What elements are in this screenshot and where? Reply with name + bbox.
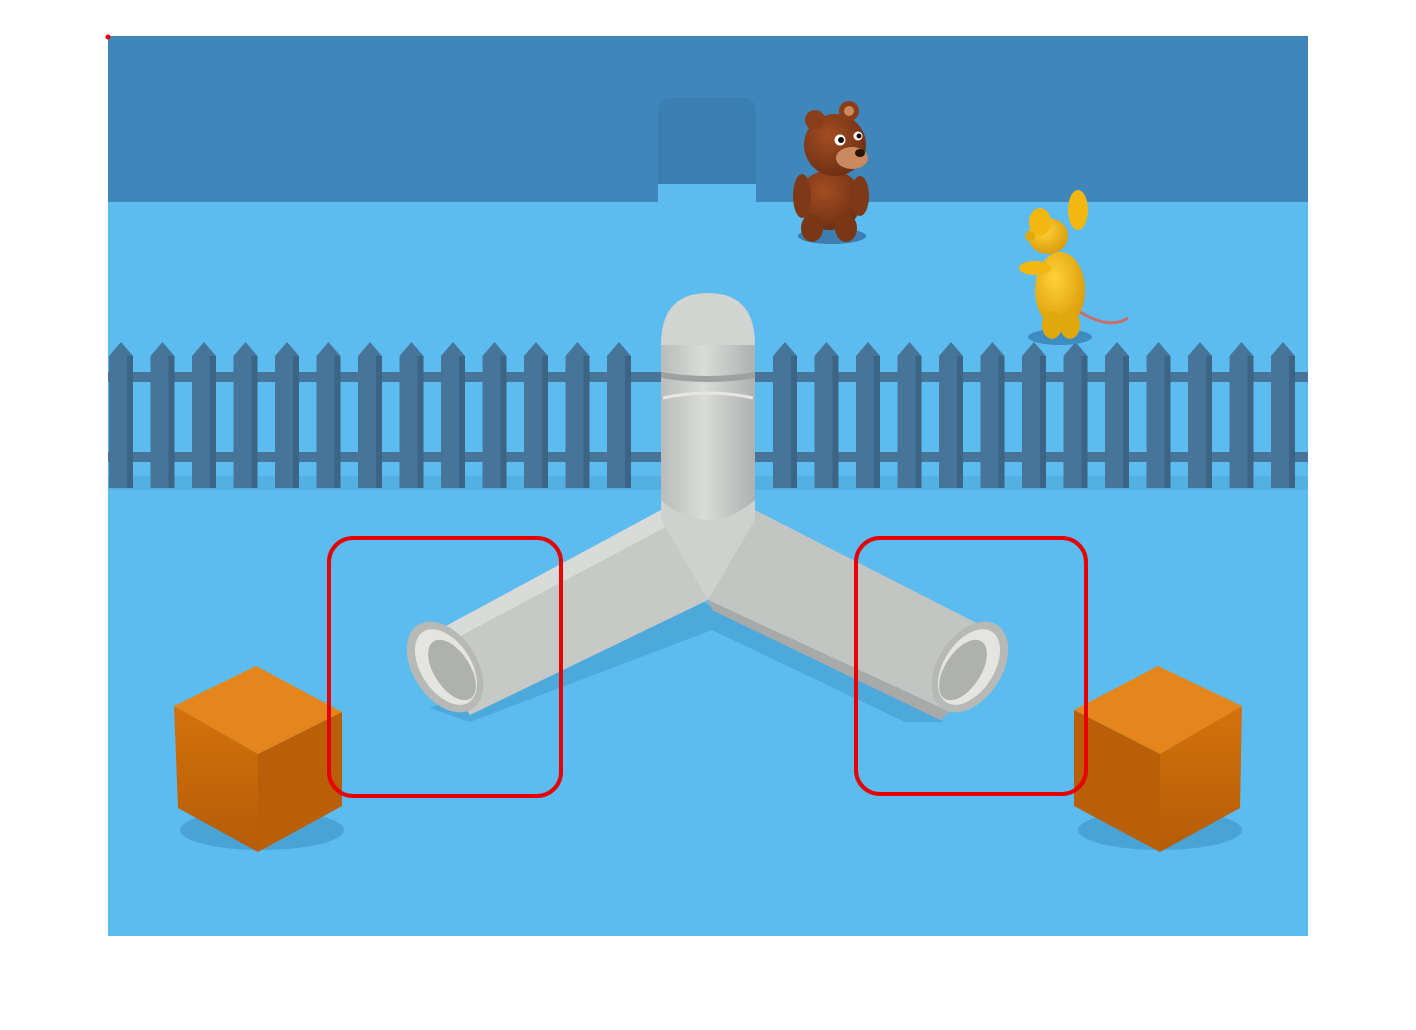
fence-picket-shade xyxy=(417,356,424,488)
fence-picket-shade xyxy=(542,356,548,488)
fence-picket-shade xyxy=(1206,356,1212,488)
fence-picket-shade xyxy=(500,356,507,488)
fence-picket-shade xyxy=(210,356,216,488)
fence-picket-shade xyxy=(1081,356,1088,488)
fence-picket-shade xyxy=(915,356,922,488)
fence-picket-shade xyxy=(1040,356,1046,488)
fence-picket-shade xyxy=(998,356,1005,488)
fence-picket-shade xyxy=(957,356,963,488)
fence-picket-shade xyxy=(127,356,133,488)
fence-picket-shade xyxy=(832,356,839,488)
game-scene xyxy=(105,34,1308,936)
fence-picket-shade xyxy=(583,356,590,488)
fence-picket-shade xyxy=(376,356,382,488)
fence-picket-shade xyxy=(1123,356,1129,488)
game-viewport[interactable] xyxy=(0,0,1416,1030)
fence-picket-shade xyxy=(251,356,258,488)
fence-picket-shade xyxy=(293,356,299,488)
fence-picket-shade xyxy=(1164,356,1171,488)
fence-picket-shade xyxy=(1289,356,1295,488)
fence-picket-shade xyxy=(334,356,341,488)
fence-picket-shade xyxy=(1247,356,1254,488)
cursor-dot xyxy=(105,34,111,40)
fence-picket-shade xyxy=(168,356,175,488)
fence-picket-shade xyxy=(874,356,880,488)
fence-picket-shade xyxy=(791,356,797,488)
fence-picket-shade xyxy=(625,356,631,488)
fence-picket-shade xyxy=(459,356,465,488)
